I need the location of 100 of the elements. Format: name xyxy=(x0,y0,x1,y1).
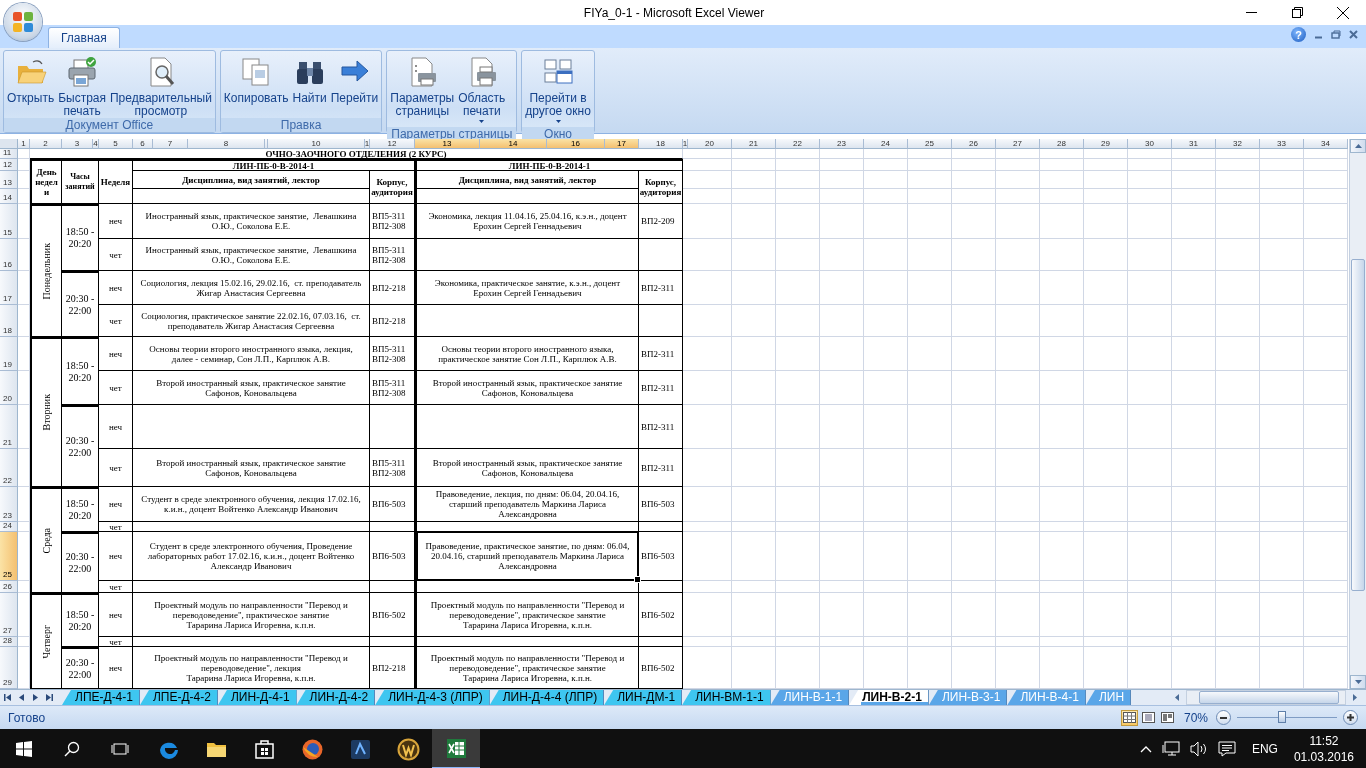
column-header[interactable]: 34 xyxy=(1304,139,1348,149)
column-header[interactable]: 6 xyxy=(133,139,153,149)
week-cell: чет xyxy=(99,371,133,405)
column-header[interactable]: 28 xyxy=(1040,139,1084,149)
row-header[interactable]: 12 xyxy=(0,159,18,171)
zoom-level[interactable]: 70% xyxy=(1184,710,1216,725)
copy-button[interactable]: Копировать xyxy=(221,52,291,105)
ribbon-tab[interactable]: Главная xyxy=(48,27,120,48)
row-header[interactable]: 13 xyxy=(0,171,18,189)
column-header[interactable]: 16 xyxy=(547,139,605,149)
sheet-tab[interactable]: ЛИН-Д-4-3 (ЛПР) xyxy=(375,690,490,705)
room-cell: ВП6-503 xyxy=(370,487,415,522)
row-header[interactable]: 29 xyxy=(0,647,18,689)
discipline-cell: Иностранный язык, практическое занятие, Левашкина О.Ю., Соколова Е.Е. xyxy=(133,204,370,239)
chevron-up-icon[interactable] xyxy=(1139,745,1152,753)
clock[interactable]: 11:52 01.03.2016 xyxy=(1293,733,1354,765)
scroll-up-button[interactable] xyxy=(1350,139,1366,153)
scrollbar-thumb[interactable] xyxy=(1199,691,1339,704)
column-header[interactable]: 8 xyxy=(188,139,265,149)
sheet-tab[interactable]: ЛИН-В-2-1 xyxy=(849,690,929,705)
zoom-slider[interactable] xyxy=(1237,710,1337,725)
sheet-tab[interactable]: ЛПЕ-Д-4-1 xyxy=(62,690,140,705)
column-header[interactable]: 27 xyxy=(996,139,1040,149)
column-header[interactable]: 18 xyxy=(639,139,683,149)
row-header[interactable]: 23 xyxy=(0,487,18,522)
discipline-cell: Основы теории второго иностранного языка, практическое занятие Сон Л.П., Карплюк А.В. xyxy=(415,337,639,371)
fill-handle[interactable] xyxy=(634,576,641,583)
room-cell: ВП2-218 xyxy=(370,647,415,689)
row-header[interactable]: 22 xyxy=(0,449,18,487)
row-header[interactable]: 11 xyxy=(0,149,18,159)
column-header[interactable]: 26 xyxy=(952,139,996,149)
view-button[interactable] xyxy=(1159,709,1176,726)
row-header[interactable]: 20 xyxy=(0,371,18,405)
column-header[interactable]: 12 xyxy=(370,139,415,149)
column-header[interactable]: 10 xyxy=(268,139,365,149)
row-header[interactable]: 26 xyxy=(0,581,18,593)
column-header[interactable]: 24 xyxy=(864,139,908,149)
view-button[interactable] xyxy=(1121,709,1138,726)
taskbar-app[interactable] xyxy=(432,729,480,768)
column-header[interactable]: 5 xyxy=(99,139,133,149)
time-cell: 18:50 - 20:20 xyxy=(62,204,99,271)
row-header[interactable]: 18 xyxy=(0,305,18,337)
column-header[interactable]: 17 xyxy=(605,139,639,149)
slider-thumb[interactable] xyxy=(1278,711,1286,723)
room-cell: ВП2-311 xyxy=(639,405,683,449)
notifications-icon[interactable] xyxy=(1217,741,1236,757)
column-header[interactable]: 7 xyxy=(153,139,188,149)
office-logo-icon xyxy=(12,11,34,33)
find-button[interactable]: Найти xyxy=(290,52,329,105)
room-cell: ВП2-311 xyxy=(639,449,683,487)
scroll-down-button[interactable] xyxy=(1350,675,1366,689)
sheet-tab[interactable]: ЛИН-Д-4-1 xyxy=(217,690,297,705)
column-header[interactable]: 20 xyxy=(688,139,732,149)
column-header[interactable]: 21 xyxy=(732,139,776,149)
status-text: Готово xyxy=(8,710,46,725)
discipline-cell: Социология, практическое занятие 22.02.16, 07.03.16, ст. преподаватель Жигар Анастасия Сергеевна xyxy=(133,305,370,337)
column-header[interactable]: 30 xyxy=(1128,139,1172,149)
column-header[interactable]: 23 xyxy=(820,139,864,149)
view-button[interactable] xyxy=(1140,709,1157,726)
row-header[interactable]: 14 xyxy=(0,189,18,204)
discipline-cell: Студент в среде электронного обучения, лекция 17.02.16, к.и.н., доцент Войтенко Александр Иванович xyxy=(133,487,370,522)
discipline-cell: Второй иностранный язык, практическое занятие Сафонов, Коновальцева xyxy=(415,371,639,405)
row-header[interactable]: 27 xyxy=(0,593,18,637)
column-header[interactable]: 33 xyxy=(1260,139,1304,149)
column-header[interactable]: 25 xyxy=(908,139,952,149)
sheet-tab[interactable]: ЛПЕ-Д-4-2 xyxy=(139,690,218,705)
volume-icon[interactable] xyxy=(1189,741,1208,757)
week-cell: неч xyxy=(99,271,133,305)
language-indicator[interactable]: ENG xyxy=(1245,742,1284,756)
sheet-tab[interactable]: ЛИН-ДМ-1 xyxy=(604,690,683,705)
row-header[interactable]: 21 xyxy=(0,405,18,449)
column-header[interactable]: 2 xyxy=(30,139,62,149)
column-header[interactable]: 32 xyxy=(1216,139,1260,149)
column-header[interactable]: 13 xyxy=(415,139,480,149)
room-cell: ВП6-503 xyxy=(639,487,683,522)
row-header[interactable]: 25 xyxy=(0,532,18,581)
zoom-in-button[interactable] xyxy=(1343,710,1358,725)
scrollbar-thumb[interactable] xyxy=(1351,259,1365,591)
zoom-out-button[interactable] xyxy=(1216,710,1231,725)
discipline-cell: Основы теории второго иностранного языка, лекция, далее - семинар, Сон Л.П., Карплюк А.В. xyxy=(133,337,370,371)
week-cell: неч xyxy=(99,487,133,522)
column-header[interactable]: 1 xyxy=(18,139,30,149)
row-header[interactable]: 16 xyxy=(0,239,18,271)
column-header[interactable]: 29 xyxy=(1084,139,1128,149)
open-button[interactable]: Открыть xyxy=(5,52,57,105)
row-header[interactable]: 19 xyxy=(0,337,18,371)
sheet-tab[interactable]: ЛИН-Д-4-4 (ЛПР) xyxy=(489,690,605,705)
network-icon[interactable] xyxy=(1161,741,1180,757)
column-header[interactable]: 31 xyxy=(1172,139,1216,149)
first-icon xyxy=(3,694,11,701)
goto-button[interactable]: Перейти xyxy=(328,52,381,105)
sheet-tab[interactable]: ЛИН-ВМ-1-1 xyxy=(682,690,771,705)
preview-button[interactable]: Предварительный просмотр xyxy=(108,52,214,118)
column-header[interactable]: 14 xyxy=(480,139,547,149)
row-header[interactable]: 17 xyxy=(0,271,18,305)
sheet-tab[interactable]: ЛИН-Д-4-2 xyxy=(296,690,376,705)
day-cell: Понедельник xyxy=(30,204,62,337)
row-header[interactable]: 15 xyxy=(0,204,18,239)
column-header[interactable]: 3 xyxy=(62,139,93,149)
column-header[interactable]: 22 xyxy=(776,139,820,149)
